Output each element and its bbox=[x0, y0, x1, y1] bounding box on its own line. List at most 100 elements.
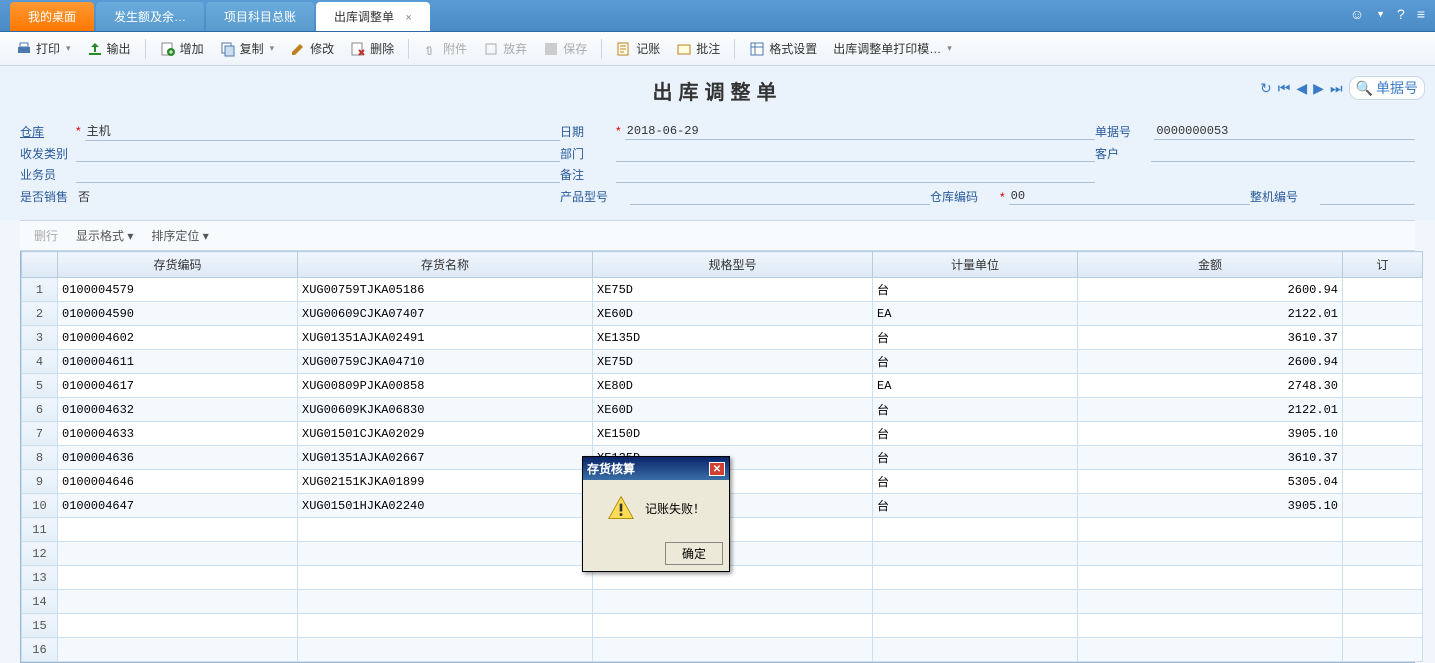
col-code[interactable]: 存货编码 bbox=[58, 252, 298, 278]
cell-ext[interactable] bbox=[1343, 614, 1423, 638]
cell-spec[interactable]: XE60D bbox=[593, 302, 873, 326]
cell-unit[interactable] bbox=[873, 566, 1078, 590]
cell-code[interactable]: 0100004647 bbox=[58, 494, 298, 518]
tab-balance[interactable]: 发生额及余… bbox=[96, 2, 204, 31]
cell-ext[interactable] bbox=[1343, 446, 1423, 470]
col-rownum[interactable] bbox=[22, 252, 58, 278]
cell-code[interactable] bbox=[58, 542, 298, 566]
col-spec[interactable]: 规格型号 bbox=[593, 252, 873, 278]
cell-amount[interactable]: 2122.01 bbox=[1078, 302, 1343, 326]
cell-unit[interactable]: 台 bbox=[873, 350, 1078, 374]
warehouse-label[interactable]: 仓库 bbox=[20, 123, 76, 140]
col-unit[interactable]: 计量单位 bbox=[873, 252, 1078, 278]
cell-name[interactable]: XUG00809PJKA00858 bbox=[298, 374, 593, 398]
abandon-button[interactable]: 放弃 bbox=[477, 37, 533, 60]
cell-amount[interactable]: 2122.01 bbox=[1078, 398, 1343, 422]
table-row[interactable]: 15 bbox=[22, 614, 1423, 638]
cell-name[interactable] bbox=[298, 614, 593, 638]
cell-ext[interactable] bbox=[1343, 470, 1423, 494]
doc-no-field[interactable]: 0000000053 bbox=[1154, 123, 1415, 140]
product-model-field[interactable] bbox=[630, 189, 930, 205]
cell-unit[interactable]: EA bbox=[873, 374, 1078, 398]
cell-spec[interactable]: XE135D bbox=[593, 326, 873, 350]
table-row[interactable]: 20100004590XUG00609CJKA07407XE60DEA2122.… bbox=[22, 302, 1423, 326]
cell-ext[interactable] bbox=[1343, 374, 1423, 398]
doc-search[interactable]: 🔍 单据号 bbox=[1349, 76, 1425, 100]
cell-code[interactable]: 0100004579 bbox=[58, 278, 298, 302]
help-icon[interactable]: ? bbox=[1397, 6, 1405, 22]
is-sale-field[interactable]: 否 bbox=[76, 187, 560, 206]
ok-button[interactable]: 确定 bbox=[665, 542, 723, 565]
cell-code[interactable]: 0100004590 bbox=[58, 302, 298, 326]
cell-code[interactable] bbox=[58, 614, 298, 638]
cell-ext[interactable] bbox=[1343, 638, 1423, 662]
cell-ext[interactable] bbox=[1343, 590, 1423, 614]
cell-name[interactable] bbox=[298, 542, 593, 566]
export-button[interactable]: 输出 bbox=[81, 37, 137, 60]
cell-amount[interactable]: 2748.30 bbox=[1078, 374, 1343, 398]
cell-ext[interactable] bbox=[1343, 398, 1423, 422]
dept-field[interactable] bbox=[616, 146, 1095, 162]
sort-button[interactable]: 排序定位 ▾ bbox=[147, 225, 212, 246]
cell-name[interactable] bbox=[298, 518, 593, 542]
add-button[interactable]: 增加 bbox=[154, 37, 210, 60]
cell-code[interactable] bbox=[58, 518, 298, 542]
table-row[interactable]: 14 bbox=[22, 590, 1423, 614]
table-row[interactable]: 30100004602XUG01351AJKA02491XE135D台3610.… bbox=[22, 326, 1423, 350]
cell-code[interactable]: 0100004646 bbox=[58, 470, 298, 494]
close-icon[interactable]: ✕ bbox=[709, 462, 725, 476]
cell-code[interactable]: 0100004632 bbox=[58, 398, 298, 422]
smiley-icon[interactable]: ☺ bbox=[1350, 6, 1364, 22]
table-row[interactable]: 50100004617XUG00809PJKA00858XE80DEA2748.… bbox=[22, 374, 1423, 398]
attach-button[interactable]: 附件 bbox=[417, 37, 473, 60]
cell-amount[interactable] bbox=[1078, 614, 1343, 638]
cell-ext[interactable] bbox=[1343, 422, 1423, 446]
next-icon[interactable]: ▶ bbox=[1313, 80, 1324, 97]
cell-unit[interactable]: 台 bbox=[873, 398, 1078, 422]
cell-amount[interactable]: 3610.37 bbox=[1078, 326, 1343, 350]
table-row[interactable]: 16 bbox=[22, 638, 1423, 662]
prev-icon[interactable]: ◀ bbox=[1296, 80, 1307, 97]
cell-code[interactable]: 0100004611 bbox=[58, 350, 298, 374]
cell-name[interactable] bbox=[298, 590, 593, 614]
cell-name[interactable]: XUG00609CJKA07407 bbox=[298, 302, 593, 326]
table-row[interactable]: 40100004611XUG00759CJKA04710XE75D台2600.9… bbox=[22, 350, 1423, 374]
wh-code-field[interactable]: 00 bbox=[1009, 188, 1250, 205]
cell-spec[interactable] bbox=[593, 590, 873, 614]
cell-ext[interactable] bbox=[1343, 518, 1423, 542]
cell-code[interactable]: 0100004636 bbox=[58, 446, 298, 470]
approve-button[interactable]: 批注 bbox=[670, 37, 726, 60]
cell-name[interactable]: XUG01501CJKA02029 bbox=[298, 422, 593, 446]
cell-unit[interactable] bbox=[873, 518, 1078, 542]
cell-spec[interactable] bbox=[593, 638, 873, 662]
table-row[interactable]: 60100004632XUG00609KJKA06830XE60D台2122.0… bbox=[22, 398, 1423, 422]
cell-amount[interactable] bbox=[1078, 566, 1343, 590]
cell-unit[interactable]: 台 bbox=[873, 446, 1078, 470]
cell-ext[interactable] bbox=[1343, 350, 1423, 374]
delete-button[interactable]: 删除 bbox=[344, 37, 400, 60]
cell-unit[interactable]: EA bbox=[873, 302, 1078, 326]
template-button[interactable]: 出库调整单打印模…▾ bbox=[827, 37, 958, 60]
cell-amount[interactable]: 5305.04 bbox=[1078, 470, 1343, 494]
cell-name[interactable]: XUG00759TJKA05186 bbox=[298, 278, 593, 302]
cell-amount[interactable]: 2600.94 bbox=[1078, 278, 1343, 302]
menu-icon[interactable]: ≡ bbox=[1417, 6, 1425, 22]
cell-name[interactable]: XUG00759CJKA04710 bbox=[298, 350, 593, 374]
cell-ext[interactable] bbox=[1343, 566, 1423, 590]
category-field[interactable] bbox=[76, 146, 560, 162]
cell-name[interactable] bbox=[298, 638, 593, 662]
save-button[interactable]: 保存 bbox=[537, 37, 593, 60]
cell-amount[interactable]: 2600.94 bbox=[1078, 350, 1343, 374]
cell-unit[interactable] bbox=[873, 590, 1078, 614]
col-amount[interactable]: 金额 bbox=[1078, 252, 1343, 278]
operator-field[interactable] bbox=[76, 167, 560, 183]
cell-spec[interactable]: XE75D bbox=[593, 350, 873, 374]
warehouse-field[interactable]: 主机 bbox=[85, 121, 560, 141]
cell-unit[interactable]: 台 bbox=[873, 278, 1078, 302]
cell-amount[interactable] bbox=[1078, 518, 1343, 542]
wh-code-label[interactable]: 仓库编码 bbox=[930, 188, 1000, 205]
tab-outbound-adj[interactable]: 出库调整单 × bbox=[316, 2, 430, 31]
dialog-titlebar[interactable]: 存货核算 ✕ bbox=[583, 457, 729, 480]
cell-amount[interactable] bbox=[1078, 638, 1343, 662]
cell-unit[interactable] bbox=[873, 614, 1078, 638]
